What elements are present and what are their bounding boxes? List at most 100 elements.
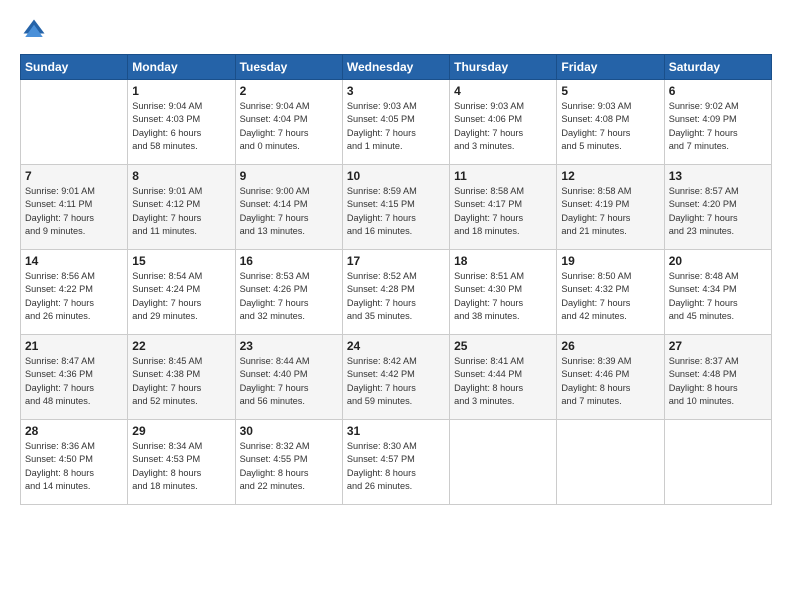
day-info: Sunrise: 8:34 AM Sunset: 4:53 PM Dayligh… xyxy=(132,440,230,493)
col-header-saturday: Saturday xyxy=(664,55,771,80)
calendar-cell: 30 Sunrise: 8:32 AM Sunset: 4:55 PM Dayli… xyxy=(235,420,342,505)
calendar-header-row: SundayMondayTuesdayWednesdayThursdayFrid… xyxy=(21,55,772,80)
calendar-cell: 9 Sunrise: 9:00 AM Sunset: 4:14 PM Daylig… xyxy=(235,165,342,250)
day-info: Sunrise: 8:41 AM Sunset: 4:44 PM Dayligh… xyxy=(454,355,552,408)
calendar-cell: 25 Sunrise: 8:41 AM Sunset: 4:44 PM Dayli… xyxy=(450,335,557,420)
day-number: 9 xyxy=(240,169,338,183)
day-number: 13 xyxy=(669,169,767,183)
day-number: 19 xyxy=(561,254,659,268)
day-number: 20 xyxy=(669,254,767,268)
day-info: Sunrise: 8:47 AM Sunset: 4:36 PM Dayligh… xyxy=(25,355,123,408)
day-number: 7 xyxy=(25,169,123,183)
page: SundayMondayTuesdayWednesdayThursdayFrid… xyxy=(0,0,792,612)
header xyxy=(20,16,772,44)
calendar-cell xyxy=(450,420,557,505)
calendar-cell xyxy=(21,80,128,165)
logo xyxy=(20,16,52,44)
day-number: 30 xyxy=(240,424,338,438)
day-number: 12 xyxy=(561,169,659,183)
calendar-cell: 18 Sunrise: 8:51 AM Sunset: 4:30 PM Dayli… xyxy=(450,250,557,335)
calendar-cell: 5Sunrise: 9:03 AM Sunset: 4:08 PM Daylig… xyxy=(557,80,664,165)
calendar-cell: 14 Sunrise: 8:56 AM Sunset: 4:22 PM Dayli… xyxy=(21,250,128,335)
day-info: Sunrise: 8:39 AM Sunset: 4:46 PM Dayligh… xyxy=(561,355,659,408)
day-info: Sunrise: 8:45 AM Sunset: 4:38 PM Dayligh… xyxy=(132,355,230,408)
day-info: Sunrise: 8:51 AM Sunset: 4:30 PM Dayligh… xyxy=(454,270,552,323)
day-info: Sunrise: 8:59 AM Sunset: 4:15 PM Dayligh… xyxy=(347,185,445,238)
day-number: 25 xyxy=(454,339,552,353)
calendar-cell: 1Sunrise: 9:04 AM Sunset: 4:03 PM Daylig… xyxy=(128,80,235,165)
day-info: Sunrise: 9:04 AM Sunset: 4:04 PM Dayligh… xyxy=(240,100,338,153)
calendar-cell: 19 Sunrise: 8:50 AM Sunset: 4:32 PM Dayli… xyxy=(557,250,664,335)
calendar-cell: 2 Sunrise: 9:04 AM Sunset: 4:04 PM Daylig… xyxy=(235,80,342,165)
day-info: Sunrise: 9:03 AM Sunset: 4:05 PM Dayligh… xyxy=(347,100,445,153)
col-header-thursday: Thursday xyxy=(450,55,557,80)
day-number: 17 xyxy=(347,254,445,268)
calendar-week-row: 7Sunrise: 9:01 AM Sunset: 4:11 PM Daylig… xyxy=(21,165,772,250)
col-header-tuesday: Tuesday xyxy=(235,55,342,80)
day-info: Sunrise: 8:48 AM Sunset: 4:34 PM Dayligh… xyxy=(669,270,767,323)
day-info: Sunrise: 8:56 AM Sunset: 4:22 PM Dayligh… xyxy=(25,270,123,323)
calendar-cell: 21 Sunrise: 8:47 AM Sunset: 4:36 PM Dayli… xyxy=(21,335,128,420)
col-header-sunday: Sunday xyxy=(21,55,128,80)
day-info: Sunrise: 8:57 AM Sunset: 4:20 PM Dayligh… xyxy=(669,185,767,238)
calendar-cell: 23 Sunrise: 8:44 AM Sunset: 4:40 PM Dayli… xyxy=(235,335,342,420)
day-number: 28 xyxy=(25,424,123,438)
day-info: Sunrise: 9:02 AM Sunset: 4:09 PM Dayligh… xyxy=(669,100,767,153)
calendar-cell: 22 Sunrise: 8:45 AM Sunset: 4:38 PM Dayli… xyxy=(128,335,235,420)
day-info: Sunrise: 9:01 AM Sunset: 4:12 PM Dayligh… xyxy=(132,185,230,238)
day-info: Sunrise: 8:37 AM Sunset: 4:48 PM Dayligh… xyxy=(669,355,767,408)
day-number: 4 xyxy=(454,84,552,98)
calendar-week-row: 14 Sunrise: 8:56 AM Sunset: 4:22 PM Dayli… xyxy=(21,250,772,335)
calendar-cell xyxy=(664,420,771,505)
day-number: 18 xyxy=(454,254,552,268)
calendar-cell: 26 Sunrise: 8:39 AM Sunset: 4:46 PM Dayli… xyxy=(557,335,664,420)
calendar-cell: 24Sunrise: 8:42 AM Sunset: 4:42 PM Dayli… xyxy=(342,335,449,420)
day-number: 10 xyxy=(347,169,445,183)
day-number: 31 xyxy=(347,424,445,438)
calendar-cell: 28 Sunrise: 8:36 AM Sunset: 4:50 PM Dayli… xyxy=(21,420,128,505)
calendar-cell: 11Sunrise: 8:58 AM Sunset: 4:17 PM Dayli… xyxy=(450,165,557,250)
calendar-cell: 4 Sunrise: 9:03 AM Sunset: 4:06 PM Daylig… xyxy=(450,80,557,165)
calendar-cell: 8Sunrise: 9:01 AM Sunset: 4:12 PM Daylig… xyxy=(128,165,235,250)
calendar-cell: 29 Sunrise: 8:34 AM Sunset: 4:53 PM Dayli… xyxy=(128,420,235,505)
day-info: Sunrise: 8:58 AM Sunset: 4:19 PM Dayligh… xyxy=(561,185,659,238)
day-info: Sunrise: 8:36 AM Sunset: 4:50 PM Dayligh… xyxy=(25,440,123,493)
calendar-cell: 6Sunrise: 9:02 AM Sunset: 4:09 PM Daylig… xyxy=(664,80,771,165)
col-header-wednesday: Wednesday xyxy=(342,55,449,80)
day-number: 14 xyxy=(25,254,123,268)
calendar-week-row: 1Sunrise: 9:04 AM Sunset: 4:03 PM Daylig… xyxy=(21,80,772,165)
day-info: Sunrise: 8:44 AM Sunset: 4:40 PM Dayligh… xyxy=(240,355,338,408)
calendar-cell: 10 Sunrise: 8:59 AM Sunset: 4:15 PM Dayli… xyxy=(342,165,449,250)
day-number: 22 xyxy=(132,339,230,353)
day-info: Sunrise: 8:54 AM Sunset: 4:24 PM Dayligh… xyxy=(132,270,230,323)
day-info: Sunrise: 9:00 AM Sunset: 4:14 PM Dayligh… xyxy=(240,185,338,238)
day-info: Sunrise: 8:32 AM Sunset: 4:55 PM Dayligh… xyxy=(240,440,338,493)
calendar-cell: 17Sunrise: 8:52 AM Sunset: 4:28 PM Dayli… xyxy=(342,250,449,335)
day-number: 27 xyxy=(669,339,767,353)
day-number: 26 xyxy=(561,339,659,353)
day-number: 21 xyxy=(25,339,123,353)
day-number: 3 xyxy=(347,84,445,98)
day-number: 23 xyxy=(240,339,338,353)
calendar-cell: 12 Sunrise: 8:58 AM Sunset: 4:19 PM Dayli… xyxy=(557,165,664,250)
day-info: Sunrise: 9:03 AM Sunset: 4:06 PM Dayligh… xyxy=(454,100,552,153)
col-header-monday: Monday xyxy=(128,55,235,80)
day-info: Sunrise: 8:58 AM Sunset: 4:17 PM Dayligh… xyxy=(454,185,552,238)
calendar-cell: 31 Sunrise: 8:30 AM Sunset: 4:57 PM Dayli… xyxy=(342,420,449,505)
day-info: Sunrise: 8:50 AM Sunset: 4:32 PM Dayligh… xyxy=(561,270,659,323)
calendar-cell: 16Sunrise: 8:53 AM Sunset: 4:26 PM Dayli… xyxy=(235,250,342,335)
calendar-cell xyxy=(557,420,664,505)
calendar-cell: 15 Sunrise: 8:54 AM Sunset: 4:24 PM Dayli… xyxy=(128,250,235,335)
calendar-cell: 20 Sunrise: 8:48 AM Sunset: 4:34 PM Dayli… xyxy=(664,250,771,335)
day-number: 5 xyxy=(561,84,659,98)
day-number: 2 xyxy=(240,84,338,98)
calendar-week-row: 28 Sunrise: 8:36 AM Sunset: 4:50 PM Dayli… xyxy=(21,420,772,505)
calendar-table: SundayMondayTuesdayWednesdayThursdayFrid… xyxy=(20,54,772,505)
calendar-cell: 13 Sunrise: 8:57 AM Sunset: 4:20 PM Dayli… xyxy=(664,165,771,250)
logo-icon xyxy=(20,16,48,44)
day-number: 16 xyxy=(240,254,338,268)
calendar-cell: 3 Sunrise: 9:03 AM Sunset: 4:05 PM Daylig… xyxy=(342,80,449,165)
day-number: 15 xyxy=(132,254,230,268)
day-number: 29 xyxy=(132,424,230,438)
day-info: Sunrise: 8:30 AM Sunset: 4:57 PM Dayligh… xyxy=(347,440,445,493)
